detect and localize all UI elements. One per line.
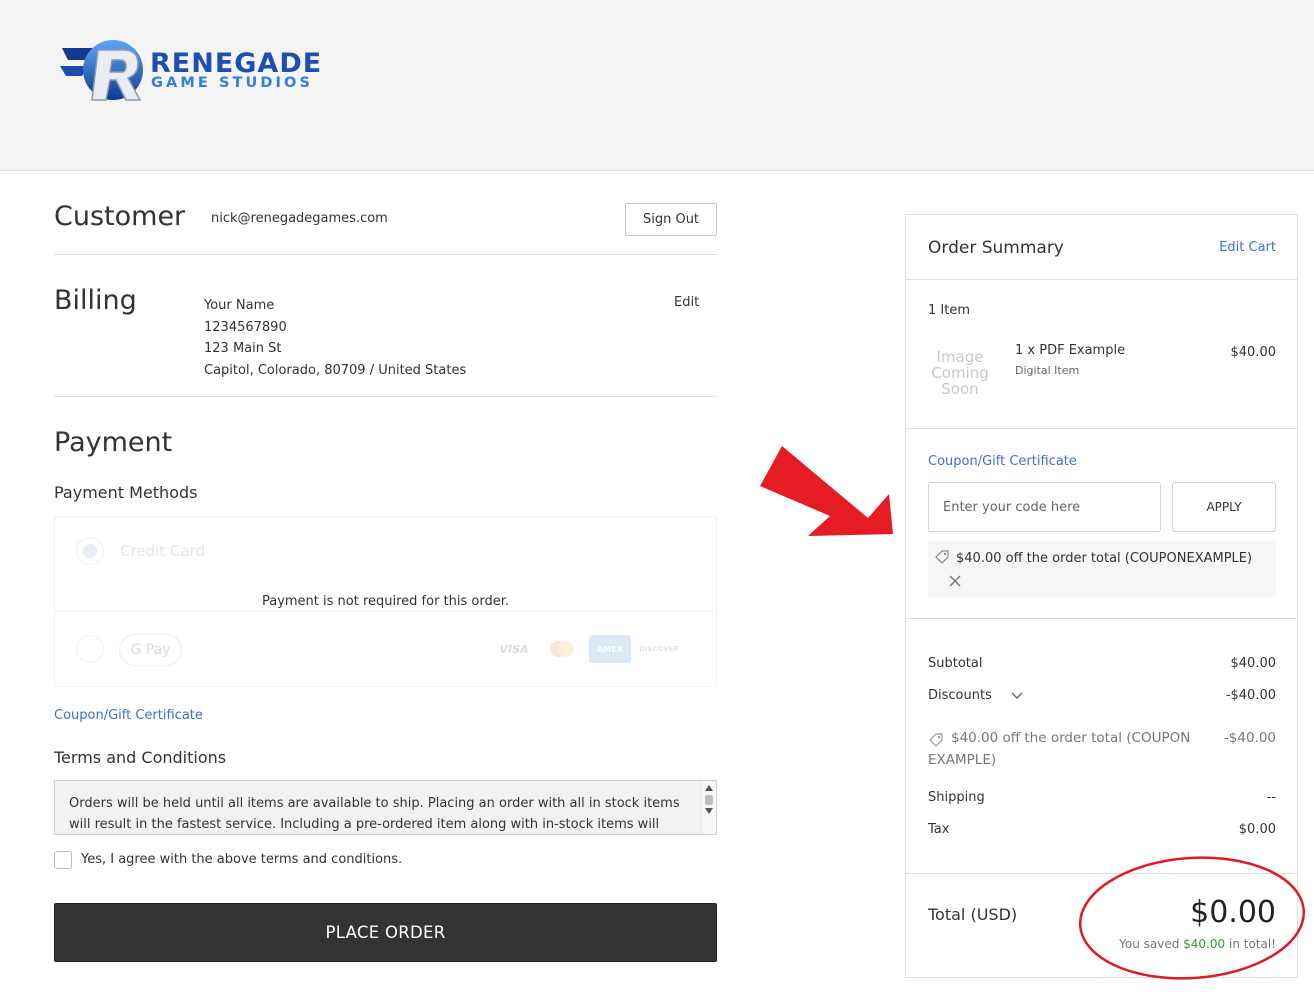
discount-line-text-1: $40.00 off the order total (COUPON (951, 730, 1191, 746)
summary-coupon-link[interactable]: Coupon/Gift Certificate (928, 454, 1077, 469)
credit-card-radio[interactable] (76, 537, 104, 565)
terms-agree-label: Yes, I agree with the above terms and co… (81, 852, 403, 867)
discounts-label: Discounts (928, 688, 992, 703)
item-count: 1 Item (928, 303, 970, 318)
saved-suffix: in total! (1228, 937, 1276, 951)
item-type: Digital Item (1015, 364, 1080, 377)
tag-icon (929, 733, 943, 747)
payment-title: Payment (54, 427, 173, 458)
applied-coupon-text: $40.00 off the order total (COUPONEXAMPL… (956, 551, 1253, 566)
terms-title: Terms and Conditions (54, 748, 227, 767)
terms-scrollbar[interactable] (701, 781, 716, 834)
total-value: $0.00 (1190, 895, 1276, 930)
customer-email: nick@renegadegames.com (211, 211, 388, 226)
chevron-down-icon[interactable] (1011, 692, 1023, 700)
coupon-code-input[interactable] (928, 482, 1161, 532)
item-image-placeholder: Image Coming Soon (931, 348, 989, 398)
saved-prefix: You saved (1119, 937, 1180, 951)
discount-line-text-2: EXAMPLE) (928, 752, 997, 768)
apply-coupon-button[interactable]: APPLY (1172, 482, 1276, 532)
applied-coupon: $40.00 off the order total (COUPONEXAMPL… (928, 541, 1276, 597)
sign-out-button[interactable]: Sign Out (625, 203, 717, 236)
order-summary-panel: Order Summary Edit Cart 1 Item Image Com… (905, 214, 1298, 978)
scroll-thumb[interactable] (705, 795, 713, 805)
divider (906, 279, 1297, 280)
terms-text: Orders will be held until all items are … (69, 796, 680, 832)
payment-methods-title: Payment Methods (54, 483, 198, 502)
logo-text-game-studios: GAME STUDIOS (151, 75, 314, 91)
radio-dot (83, 544, 97, 558)
billing-city-line: Capitol, Colorado, 80709 / United States (204, 362, 467, 378)
billing-street: 123 Main St (204, 341, 282, 356)
subtotal-label: Subtotal (928, 656, 983, 671)
total-label: Total (USD) (928, 905, 1018, 924)
scroll-up-arrow-icon[interactable] (705, 785, 713, 791)
tag-icon (935, 550, 949, 564)
tax-label: Tax (928, 822, 950, 837)
billing-address: Your Name 1234567890 123 Main St Capitol… (204, 295, 466, 381)
logo-emblem-icon (60, 40, 143, 101)
credit-card-label: Credit Card (120, 542, 205, 560)
tax-value: $0.00 (1238, 822, 1276, 837)
payment-not-required-message: Payment is not required for this order. (261, 594, 510, 609)
site-header: RENEGADE GAME STUDIOS (0, 0, 1314, 171)
divider (906, 873, 1297, 874)
edit-cart-link[interactable]: Edit Cart (1219, 240, 1276, 255)
place-order-button[interactable]: PLACE ORDER (54, 903, 717, 962)
shipping-value: -- (1266, 790, 1276, 805)
google-pay-radio[interactable] (76, 635, 104, 663)
red-arrow-icon (760, 446, 893, 536)
item-price: $40.00 (1230, 345, 1277, 360)
order-summary-title: Order Summary (928, 238, 1064, 258)
terms-textarea[interactable]: Orders will be held until all items are … (54, 780, 717, 835)
logo-text-renegade: RENEGADE (150, 48, 323, 79)
payment-methods-box: Credit Card Payment is not required for … (54, 516, 717, 687)
divider (54, 396, 717, 397)
item-name: 1 x PDF Example (1015, 343, 1126, 358)
discount-line-value: -$40.00 (1223, 730, 1276, 746)
billing-phone: 1234567890 (204, 319, 287, 335)
remove-coupon-close-icon[interactable] (948, 574, 962, 588)
mastercard-icon (550, 641, 574, 657)
saved-amount: $40.00 (1183, 937, 1226, 951)
discounts-value: -$40.00 (1225, 688, 1276, 703)
amex-logo: AMEX (589, 635, 631, 663)
terms-agree-checkbox[interactable] (54, 851, 72, 869)
visa-logo: VISA (499, 642, 529, 656)
discover-logo: DISCOVER (639, 645, 679, 653)
divider (54, 254, 717, 255)
mastercard-logo (545, 635, 579, 663)
scroll-down-arrow-icon[interactable] (705, 808, 713, 814)
renegade-logo[interactable]: RENEGADE GAME STUDIOS (58, 36, 338, 108)
billing-title: Billing (54, 285, 137, 316)
billing-edit-link[interactable]: Edit (674, 295, 699, 310)
customer-title: Customer (54, 201, 186, 232)
divider (906, 428, 1297, 429)
coupon-gift-certificate-link[interactable]: Coupon/Gift Certificate (54, 708, 203, 723)
divider (906, 618, 1297, 619)
savings-message: You saved $40.00 in total! (1119, 937, 1276, 951)
google-pay-logo[interactable]: G Pay (119, 634, 182, 666)
subtotal-value: $40.00 (1230, 656, 1277, 671)
billing-name: Your Name (204, 298, 275, 313)
shipping-label: Shipping (928, 790, 985, 805)
